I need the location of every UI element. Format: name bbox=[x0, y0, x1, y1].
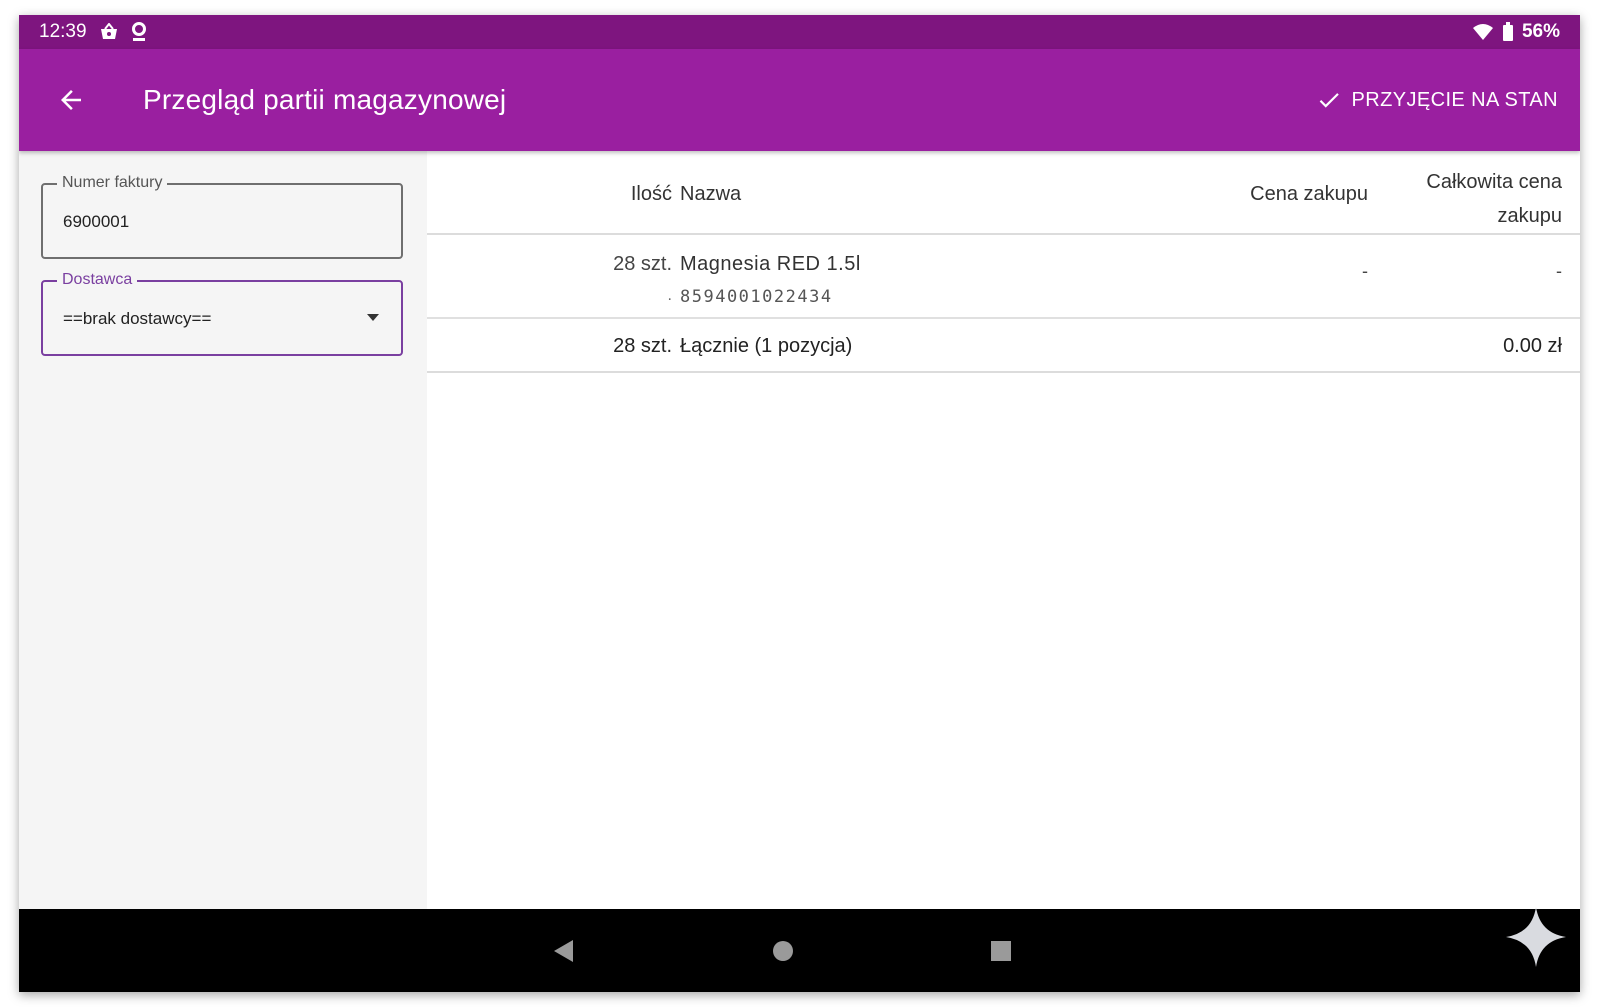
row-name: Magnesia RED 1.5l bbox=[680, 253, 861, 275]
arrow-back-icon bbox=[61, 90, 81, 110]
receive-stock-button[interactable]: PRZYJĘCIE NA STAN bbox=[1316, 87, 1558, 113]
battery-icon bbox=[1502, 22, 1514, 42]
square-recents-icon bbox=[991, 941, 1011, 961]
header-name: Nazwa bbox=[680, 183, 742, 205]
cart-notification-icon bbox=[99, 23, 119, 41]
form-panel: Numer faktury 6900001 Dostawca ==brak do… bbox=[19, 151, 427, 909]
wifi-icon bbox=[1472, 23, 1494, 41]
app-bar: Przegląd partii magazynowej PRZYJĘCIE NA… bbox=[19, 49, 1580, 151]
summary-label: Łącznie (1 pozycja) bbox=[680, 335, 853, 357]
status-bar-right: 56% bbox=[1472, 21, 1560, 43]
nav-recents-button[interactable] bbox=[981, 931, 1021, 971]
dropdown-arrow-icon bbox=[367, 314, 379, 321]
row-total: - bbox=[1556, 261, 1562, 281]
sparkle-icon bbox=[1506, 907, 1566, 967]
location-notification-icon bbox=[131, 22, 147, 42]
nav-home-button[interactable] bbox=[763, 931, 803, 971]
invoice-number-label: Numer faktury bbox=[57, 174, 168, 192]
supplier-value: ==brak dostawcy== bbox=[63, 309, 212, 328]
summary-total: 0.00 zł bbox=[1503, 335, 1562, 357]
receive-stock-label: PRZYJĘCIE NA STAN bbox=[1351, 88, 1558, 111]
invoice-number-value: 6900001 bbox=[63, 212, 130, 231]
header-total: Całkowita cena zakupu bbox=[1392, 165, 1562, 233]
batch-table: Ilość Nazwa Cena zakupu Całkowita cena z… bbox=[427, 151, 1580, 909]
status-bar: 12:39 56% bbox=[19, 15, 1580, 49]
row-barcode: 8594001022434 bbox=[680, 287, 833, 307]
circle-home-icon bbox=[773, 941, 793, 961]
supplier-dropdown[interactable]: Dostawca ==brak dostawcy== bbox=[41, 271, 403, 356]
supplier-label: Dostawca bbox=[57, 271, 138, 289]
page-title: Przegląd partii magazynowej bbox=[143, 84, 507, 115]
tablet-screen: 12:39 56% Przegląd partii magazynowej PR… bbox=[19, 15, 1580, 992]
row-qty: 28 szt. bbox=[613, 253, 672, 275]
row-sub: . bbox=[667, 287, 672, 304]
back-button[interactable] bbox=[51, 80, 91, 120]
nav-back-button[interactable] bbox=[543, 931, 583, 971]
header-total-line1: Całkowita cena bbox=[1426, 171, 1562, 193]
row-price: - bbox=[1362, 261, 1368, 281]
header-qty: Ilość bbox=[630, 183, 672, 205]
table-summary-row: 28 szt. Łącznie (1 pozycja) 0.00 zł bbox=[427, 319, 1580, 373]
status-bar-left: 12:39 bbox=[39, 21, 147, 43]
navigation-bar bbox=[19, 909, 1580, 992]
table-header: Ilość Nazwa Cena zakupu Całkowita cena z… bbox=[427, 151, 1580, 235]
triangle-back-icon bbox=[554, 940, 573, 962]
check-icon bbox=[1319, 93, 1339, 108]
summary-qty: 28 szt. bbox=[613, 335, 672, 357]
header-price: Cena zakupu bbox=[1250, 183, 1368, 205]
table-row[interactable]: 28 szt. . Magnesia RED 1.5l 859400102243… bbox=[427, 235, 1580, 319]
clock: 12:39 bbox=[39, 21, 87, 42]
header-total-line2: zakupu bbox=[1497, 205, 1563, 227]
battery-level: 56% bbox=[1521, 21, 1560, 42]
invoice-number-field[interactable]: Numer faktury 6900001 bbox=[41, 174, 403, 259]
